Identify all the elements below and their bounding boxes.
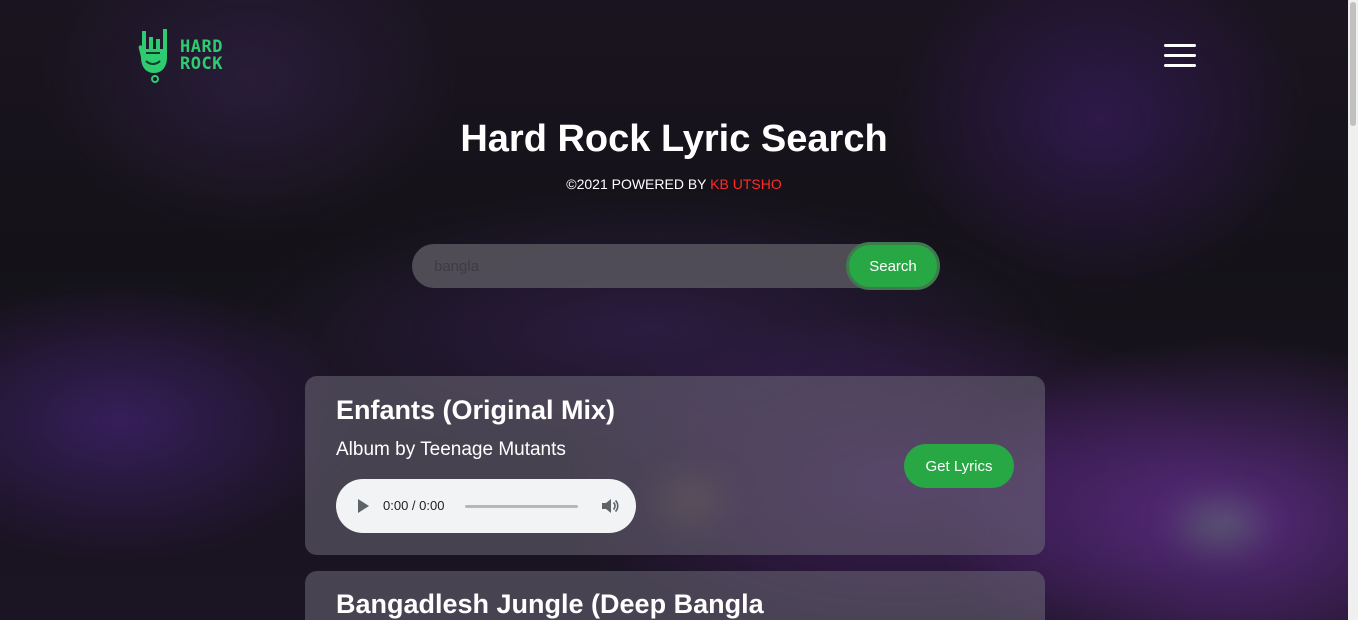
song-artist: Album by Teenage Mutants (336, 439, 566, 460)
song-result-card: Enfants (Original Mix) Album by Teenage … (305, 376, 1045, 555)
search-button[interactable]: Search (846, 242, 940, 290)
author-name: KB UTSHO (710, 176, 782, 192)
scrollbar-thumb[interactable] (1350, 2, 1356, 126)
hamburger-menu-icon[interactable] (1164, 44, 1198, 70)
logo-text-line2: ROCK (180, 54, 223, 74)
search-input[interactable] (434, 244, 844, 288)
page-scrollbar[interactable] (1348, 0, 1358, 620)
subtitle-prefix: ©2021 POWERED BY (566, 176, 711, 192)
song-result-card: Bangadlesh Jungle (Deep Bangla (305, 571, 1045, 620)
audio-player: 0:00 / 0:00 (336, 479, 636, 533)
background-glow (1180, 505, 1260, 545)
play-icon[interactable] (358, 499, 369, 513)
volume-icon[interactable] (601, 498, 619, 514)
hard-rock-logo[interactable]: HARD ROCK (136, 27, 223, 85)
page-subtitle: ©2021 POWERED BY KB UTSHO (0, 176, 1348, 192)
audio-progress-slider[interactable] (465, 505, 578, 508)
audio-time: 0:00 / 0:00 (383, 498, 445, 513)
page-title: Hard Rock Lyric Search (460, 118, 888, 160)
get-lyrics-button[interactable]: Get Lyrics (904, 444, 1014, 488)
song-title: Bangadlesh Jungle (Deep Bangla (336, 589, 764, 619)
rock-hand-icon (138, 29, 167, 83)
song-title: Enfants (Original Mix) (336, 395, 616, 425)
